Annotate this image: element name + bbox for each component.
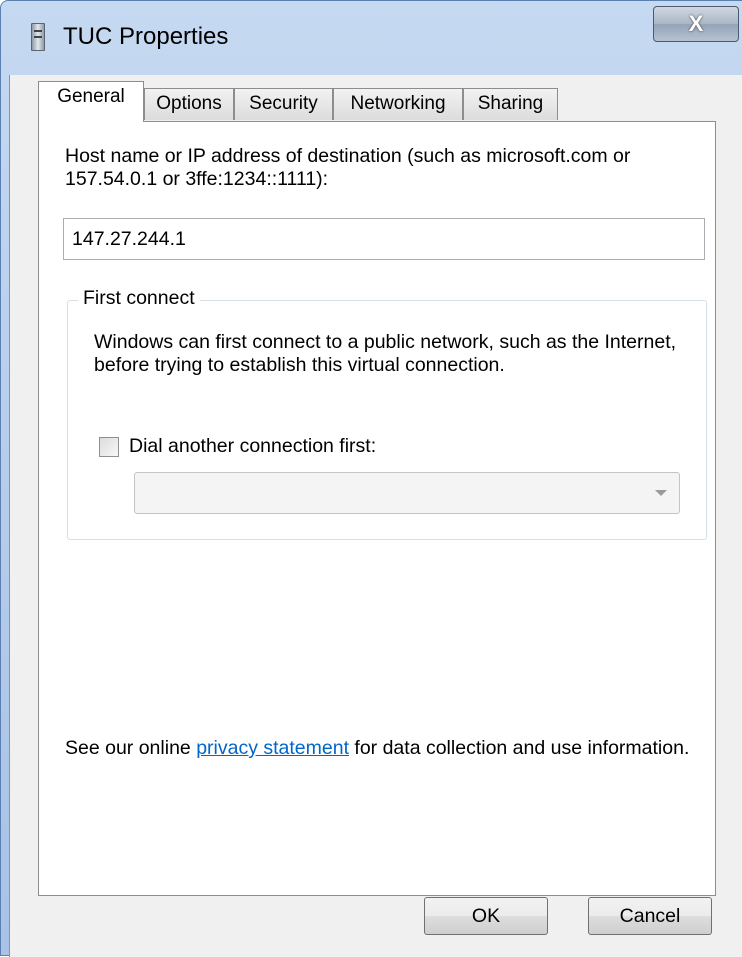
- connection-dropdown: [134, 472, 680, 514]
- ok-button[interactable]: OK: [424, 897, 548, 935]
- tab-general[interactable]: General: [38, 81, 144, 122]
- cancel-button[interactable]: Cancel: [588, 897, 712, 935]
- first-connect-group: First connect Windows can first connect …: [67, 287, 707, 540]
- host-name-label: Host name or IP address of destination (…: [65, 145, 631, 190]
- title-bar[interactable]: TUC Properties X: [1, 1, 742, 75]
- tab-networking[interactable]: Networking: [333, 88, 463, 120]
- privacy-prefix: See our online: [65, 737, 197, 759]
- window-title: TUC Properties: [63, 23, 229, 50]
- first-connect-description: Windows can first connect to a public ne…: [94, 331, 677, 376]
- privacy-statement-link[interactable]: privacy statement: [196, 737, 349, 759]
- vpn-connection-icon: [31, 23, 45, 51]
- close-button[interactable]: X: [653, 6, 739, 42]
- dial-another-connection-label[interactable]: Dial another connection first:: [129, 435, 376, 458]
- general-tab-panel: Host name or IP address of destination (…: [38, 121, 716, 896]
- tab-security[interactable]: Security: [234, 88, 333, 120]
- host-name-input[interactable]: [63, 218, 705, 260]
- dropdown-arrow-icon: [655, 490, 667, 496]
- tab-options[interactable]: Options: [144, 88, 234, 120]
- privacy-text: See our online privacy statement for dat…: [65, 737, 715, 760]
- properties-dialog: TUC Properties X General Options Securit…: [0, 0, 742, 957]
- tab-sharing[interactable]: Sharing: [463, 88, 558, 120]
- dialog-client-area: General Options Security Networking Shar…: [9, 75, 742, 957]
- privacy-suffix: for data collection and use information.: [349, 737, 690, 759]
- first-connect-title: First connect: [78, 287, 200, 310]
- dial-another-connection-checkbox[interactable]: [99, 437, 119, 457]
